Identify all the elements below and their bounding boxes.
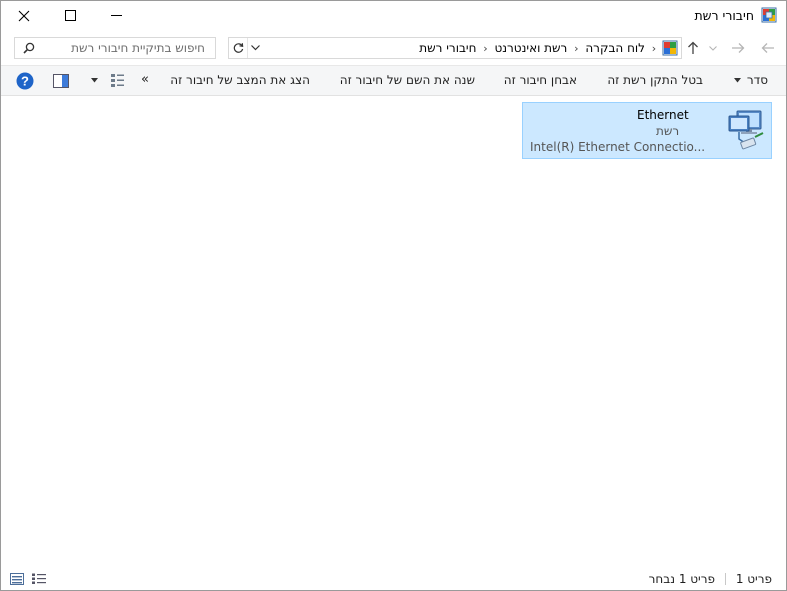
address-bar[interactable]: › לוח הבקרה › רשת ואינטרנט › חיבורי רשת bbox=[228, 37, 682, 59]
details-view-button[interactable] bbox=[9, 572, 25, 586]
forward-button[interactable] bbox=[727, 37, 749, 59]
breadcrumb-control-panel[interactable]: לוח הבקרה bbox=[583, 41, 647, 55]
large-icons-view-button[interactable] bbox=[31, 572, 47, 586]
status-divider bbox=[725, 573, 726, 585]
maximize-button[interactable] bbox=[47, 1, 93, 30]
large-icons-view-icon bbox=[32, 573, 46, 584]
window-title: חיבורי רשת bbox=[694, 8, 754, 23]
breadcrumb-network-connections[interactable]: חיבורי רשת bbox=[417, 41, 478, 55]
details-view-icon bbox=[10, 573, 24, 585]
breadcrumb-network-internet[interactable]: רשת ואינטרנט bbox=[492, 41, 569, 55]
chevron-right-icon[interactable]: › bbox=[647, 42, 661, 55]
command-bar: סדר בטל התקן רשת זה אבחן חיבור זה שנה את… bbox=[1, 65, 786, 96]
connection-type: רשת bbox=[656, 124, 680, 138]
search-input[interactable]: חיפוש בתיקיית חיבורי רשת bbox=[14, 37, 216, 59]
change-view-icon[interactable] bbox=[110, 73, 126, 89]
refresh-button[interactable] bbox=[229, 38, 247, 58]
search-placeholder: חיפוש בתיקיית חיבורי רשת bbox=[71, 41, 205, 55]
back-button[interactable] bbox=[757, 37, 779, 59]
search-icon bbox=[23, 42, 35, 54]
more-commands-button[interactable]: » bbox=[141, 72, 149, 87]
diagnose-connection-button[interactable]: אבחן חיבור זה bbox=[504, 73, 577, 87]
back-arrow-icon bbox=[761, 43, 774, 53]
refresh-icon bbox=[233, 43, 243, 53]
address-history-button[interactable] bbox=[247, 38, 263, 58]
close-icon bbox=[18, 10, 30, 21]
breadcrumb: › לוח הבקרה › רשת ואינטרנט › חיבורי רשת bbox=[417, 38, 679, 58]
rename-connection-button[interactable]: שנה את השם של חיבור זה bbox=[340, 73, 475, 87]
minimize-icon bbox=[110, 15, 122, 16]
title-bar: חיבורי רשת bbox=[1, 1, 786, 31]
preview-pane-icon[interactable] bbox=[53, 74, 69, 88]
forward-arrow-icon bbox=[732, 43, 745, 53]
list-item[interactable]: Ethernet רשת Intel(R) Ethernet Connectio… bbox=[522, 102, 772, 159]
help-icon[interactable]: ? bbox=[16, 72, 34, 90]
chevron-down-icon[interactable] bbox=[91, 78, 98, 83]
organize-button[interactable]: סדר bbox=[747, 73, 768, 87]
status-bar: פריט 1 פריט 1 נבחר bbox=[1, 567, 786, 590]
maximize-icon bbox=[64, 10, 76, 21]
chevron-down-icon bbox=[709, 45, 717, 51]
svg-text:?: ? bbox=[21, 74, 29, 89]
ethernet-adapter-icon bbox=[728, 110, 764, 150]
up-button[interactable] bbox=[682, 37, 704, 59]
chevron-right-icon[interactable]: › bbox=[569, 42, 583, 55]
connection-device: Intel(R) Ethernet Connectio... bbox=[530, 140, 706, 154]
chevron-down-icon bbox=[734, 78, 741, 83]
item-count: פריט 1 bbox=[735, 572, 772, 586]
up-arrow-icon bbox=[688, 41, 698, 54]
chevron-down-icon bbox=[251, 45, 260, 51]
control-panel-icon[interactable] bbox=[661, 39, 679, 57]
recent-locations-button[interactable] bbox=[705, 37, 721, 59]
chevron-right-icon[interactable]: › bbox=[478, 42, 492, 55]
network-connections-window: חיבורי רשת › לוח הבקרה › רשת ואינטרנט › … bbox=[0, 0, 787, 591]
close-button[interactable] bbox=[1, 1, 47, 30]
disable-device-button[interactable]: בטל התקן רשת זה bbox=[607, 73, 703, 87]
view-status-button[interactable]: הצג את המצב של חיבור זה bbox=[170, 73, 310, 87]
minimize-button[interactable] bbox=[93, 1, 139, 30]
network-connections-icon bbox=[761, 7, 777, 23]
connections-list: Ethernet רשת Intel(R) Ethernet Connectio… bbox=[1, 97, 786, 567]
connection-name: Ethernet bbox=[637, 108, 689, 122]
selected-count: פריט 1 נבחר bbox=[648, 572, 715, 586]
